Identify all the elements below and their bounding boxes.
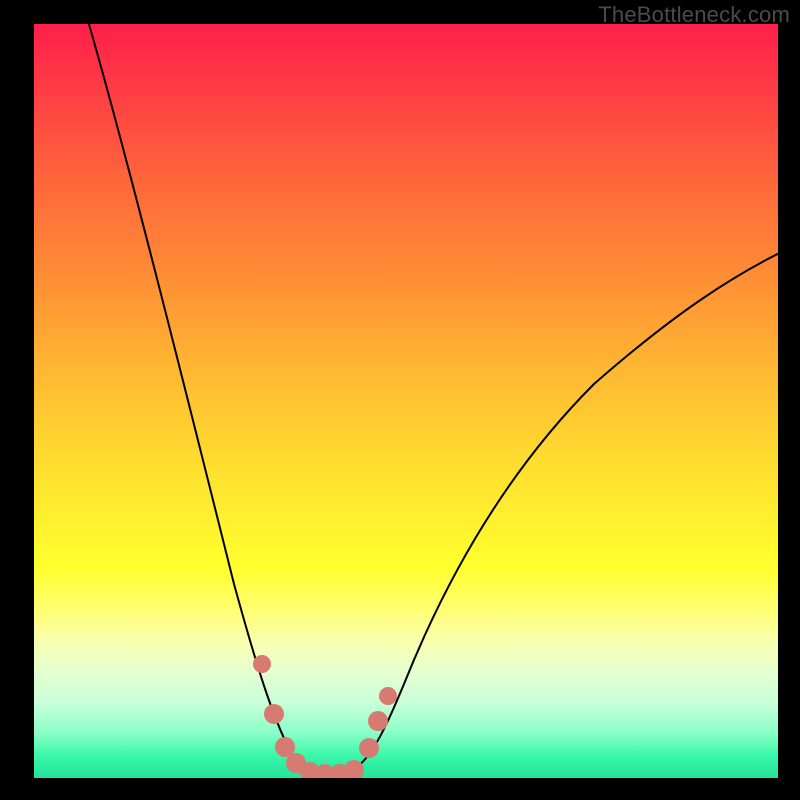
curve-right-branch: [339, 246, 778, 774]
marker-dot: [379, 687, 397, 705]
marker-dot: [359, 738, 379, 758]
watermark-text: TheBottleneck.com: [598, 2, 790, 28]
bottleneck-curve-svg: [34, 24, 778, 778]
plot-area: [34, 24, 778, 778]
chart-frame: TheBottleneck.com: [0, 0, 800, 800]
marker-dot: [368, 711, 388, 731]
marker-dot: [253, 655, 271, 673]
curve-left-branch: [86, 24, 329, 775]
marker-dot: [264, 704, 284, 724]
